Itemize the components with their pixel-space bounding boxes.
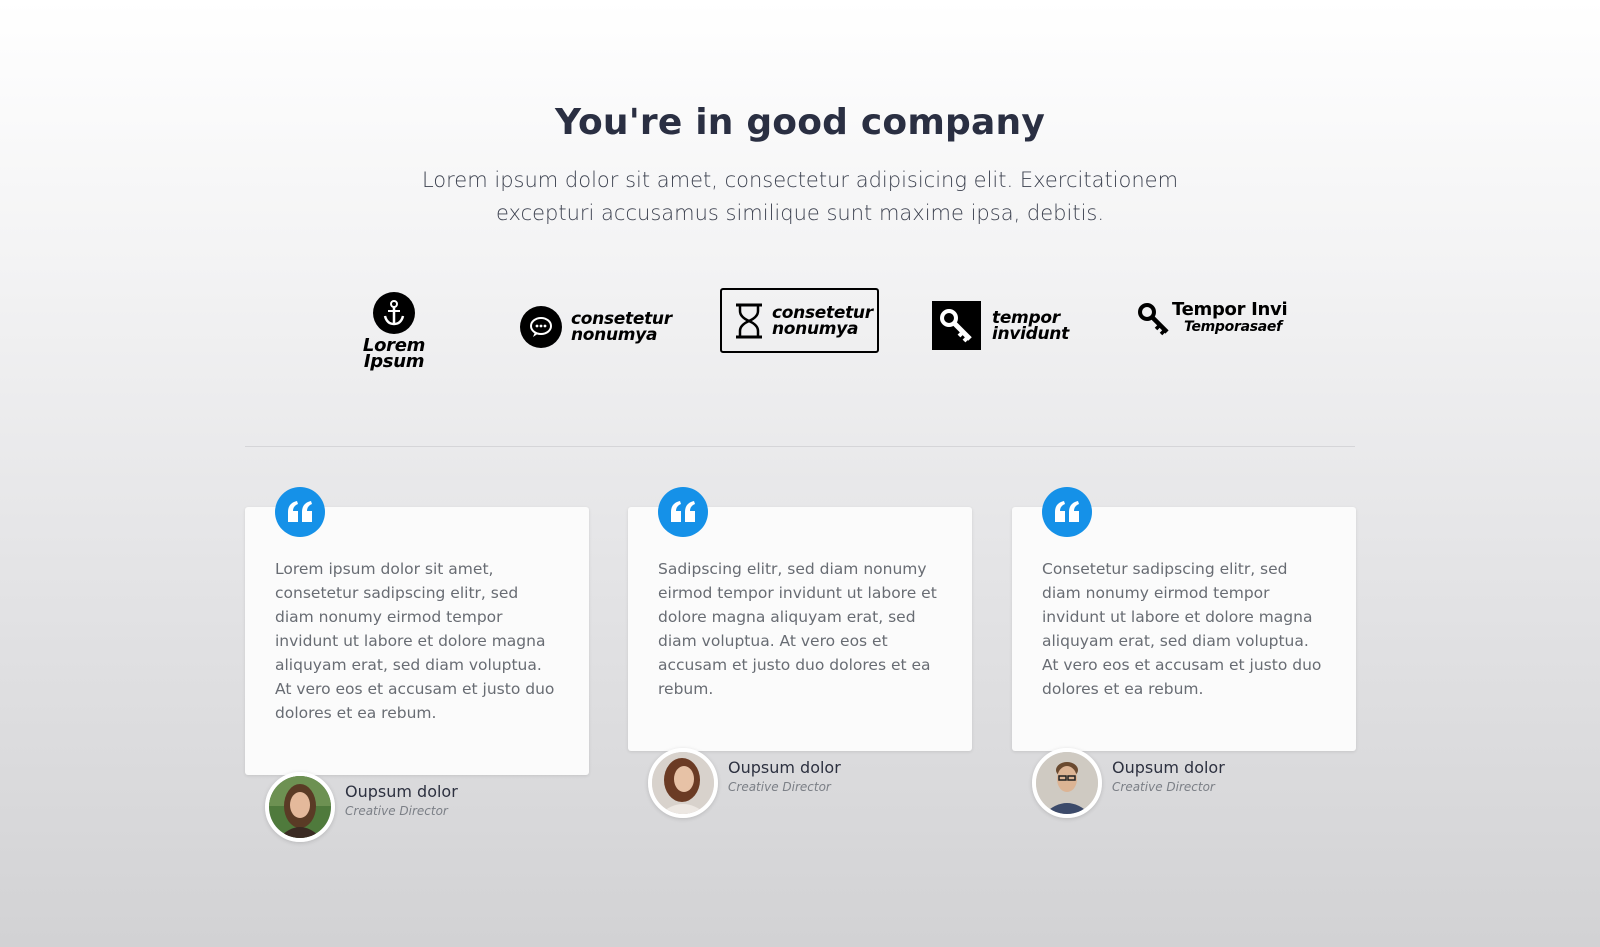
key-icon xyxy=(1138,303,1169,336)
quote-icon xyxy=(275,487,325,537)
client-logo-label: Tempor Invi xyxy=(1172,299,1288,320)
author-role: Creative Director xyxy=(1112,780,1215,794)
testimonial-author: Oupsum dolor Creative Director xyxy=(1032,748,1225,818)
testimonial-text: Sadipscing elitr, sed diam nonumy eirmod… xyxy=(658,560,937,698)
hourglass-icon xyxy=(736,303,762,338)
testimonial-card: Consetetur sadipscing elitr, sed diam no… xyxy=(1012,507,1356,751)
client-logo-4[interactable]: tempor invidunt xyxy=(932,301,1069,350)
section-title: You're in good company xyxy=(554,102,1046,143)
client-logo-sublabel: nonumya xyxy=(772,318,859,339)
testimonial-text: Lorem ipsum dolor sit amet, consetetur s… xyxy=(275,560,555,722)
client-logo-label: Lorem Ipsum xyxy=(362,335,426,372)
quote-icon xyxy=(658,487,708,537)
section-subtitle: Lorem ipsum dolor sit amet, consectetur … xyxy=(421,168,1179,225)
author-name: Oupsum dolor xyxy=(728,758,841,777)
client-logos: Lorem Ipsum consetetur nonumya consetetu xyxy=(0,286,1600,371)
testimonial-card: Lorem ipsum dolor sit amet, consetetur s… xyxy=(245,507,589,775)
quote-icon xyxy=(1042,487,1092,537)
avatar xyxy=(1032,748,1102,818)
author-name: Oupsum dolor xyxy=(345,782,458,801)
testimonial-card: Sadipscing elitr, sed diam nonumy eirmod… xyxy=(628,507,972,751)
client-logo-sublabel: Temporasaef xyxy=(1184,319,1282,335)
avatar xyxy=(265,772,335,842)
client-logo-2[interactable]: consetetur nonumya xyxy=(520,306,672,348)
anchor-icon xyxy=(373,292,415,334)
section-divider xyxy=(245,446,1355,447)
author-name: Oupsum dolor xyxy=(1112,758,1225,777)
client-logo-sublabel: invidunt xyxy=(992,323,1069,344)
chat-bubble-icon xyxy=(520,306,562,348)
client-logo-sublabel: nonumya xyxy=(571,325,658,345)
avatar xyxy=(648,748,718,818)
author-role: Creative Director xyxy=(728,780,831,794)
testimonial-author: Oupsum dolor Creative Director xyxy=(265,772,458,842)
key-icon xyxy=(932,301,981,350)
author-role: Creative Director xyxy=(345,804,448,818)
client-logo-3[interactable]: consetetur nonumya xyxy=(720,288,879,353)
testimonial-author: Oupsum dolor Creative Director xyxy=(648,748,841,818)
client-logo-1[interactable]: Lorem Ipsum xyxy=(336,292,452,372)
testimonial-text: Consetetur sadipscing elitr, sed diam no… xyxy=(1042,560,1322,698)
client-logo-5[interactable]: Tempor Invi Temporasaef xyxy=(1136,299,1288,336)
